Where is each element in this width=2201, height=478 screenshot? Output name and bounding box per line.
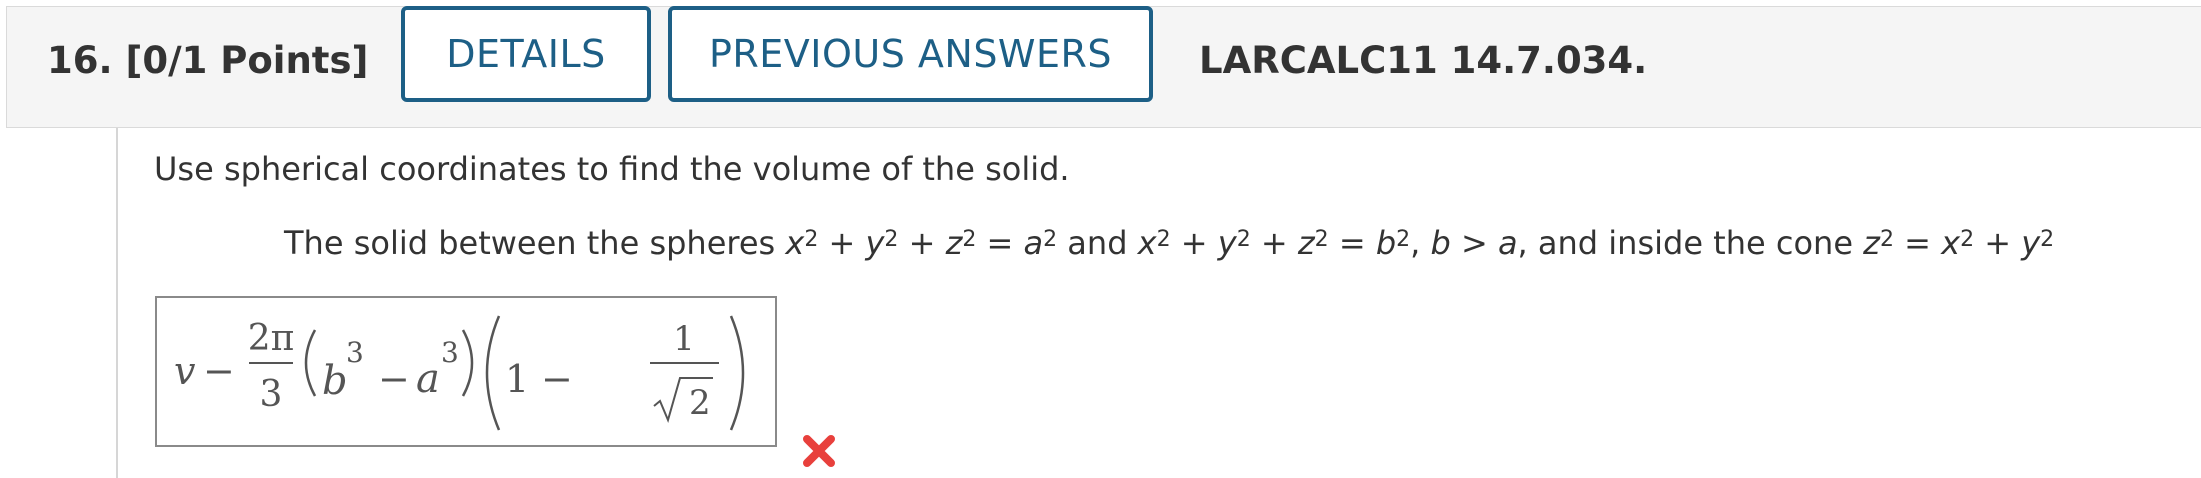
- points-label: [0/1 Points]: [125, 39, 369, 82]
- minus-sign-1: −: [378, 357, 410, 401]
- answer-input[interactable]: v − 2π 3 b 3 − a 3 1 − 1 2: [155, 296, 777, 447]
- statement-text-5: , and inside the cone: [1517, 224, 1864, 262]
- incorrect-x-icon: [803, 435, 835, 467]
- paren-left-1: [304, 329, 317, 397]
- paren-right-2: [729, 315, 745, 431]
- question-reference: LARCALC11 14.7.034.: [1199, 39, 1648, 82]
- paren-right-1: [461, 329, 474, 397]
- answer-lhs-operator: −: [203, 349, 235, 393]
- sqrt-argument: 2: [689, 383, 711, 423]
- minus-sign-2: −: [541, 357, 573, 401]
- problem-statement: The solid between the spheres x2 + y2 + …: [284, 224, 2055, 262]
- paren-left-2: [485, 315, 501, 431]
- answer-lhs-variable: v: [174, 349, 196, 393]
- exponent-a: 3: [441, 336, 459, 369]
- exponent-b: 3: [346, 336, 364, 369]
- statement-text-3: ,: [1410, 224, 1431, 262]
- inner-fraction-numerator: 1: [673, 319, 695, 359]
- term-a: a: [416, 356, 440, 402]
- question-number: 16. [0/1 Points]: [47, 39, 368, 82]
- answer-expression: v − 2π 3 b 3 − a 3 1 − 1 2: [174, 315, 745, 431]
- details-button[interactable]: DETAILS: [401, 6, 651, 102]
- term-one: 1: [505, 357, 529, 401]
- content-left-rule: [116, 128, 118, 478]
- statement-text-1: The solid between the spheres: [284, 224, 786, 262]
- statement-text-4: >: [1450, 224, 1498, 262]
- previous-answers-button[interactable]: PREVIOUS ANSWERS: [668, 6, 1153, 102]
- question-number-label: 16.: [47, 39, 113, 82]
- fraction-numerator: 2π: [248, 318, 295, 359]
- fraction-denominator: 3: [260, 374, 283, 415]
- question-header: 16. [0/1 Points] DETAILS PREVIOUS ANSWER…: [6, 6, 2201, 128]
- term-b: b: [322, 358, 348, 404]
- statement-text-2: and: [1067, 224, 1138, 262]
- question-prompt: Use spherical coordinates to find the vo…: [154, 150, 1070, 188]
